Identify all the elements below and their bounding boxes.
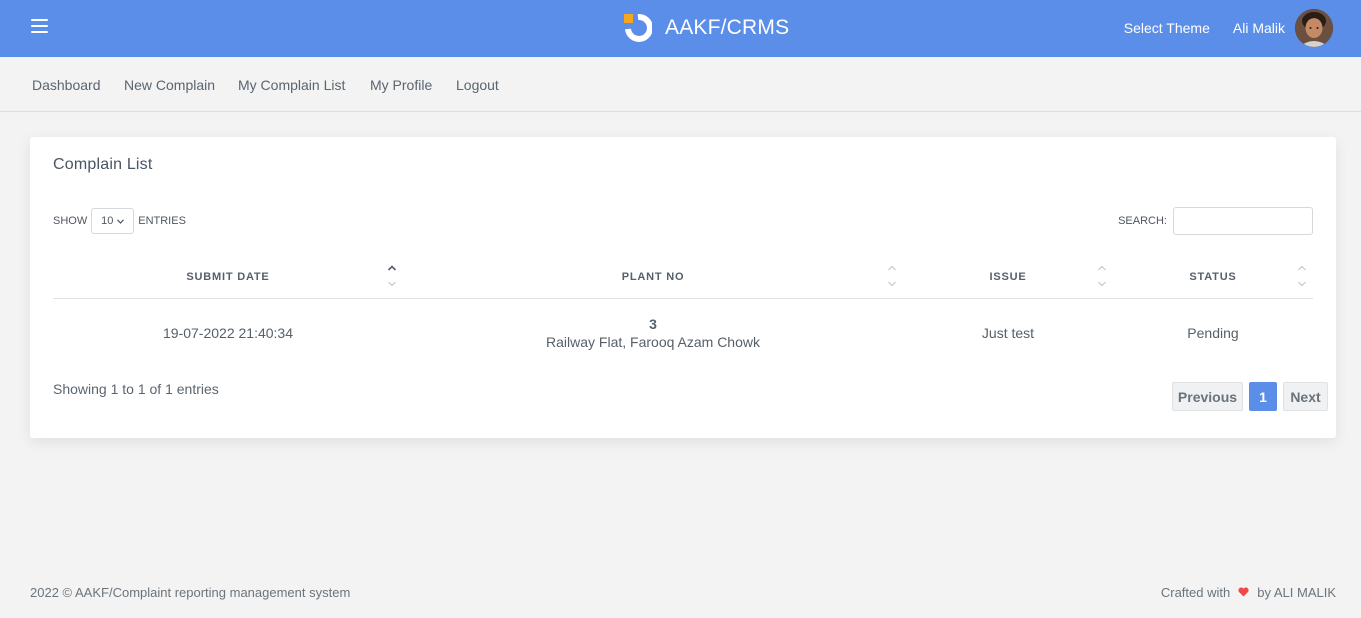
next-page-button[interactable]: Next bbox=[1283, 382, 1328, 411]
column-header-label: PLANT NO bbox=[621, 271, 685, 283]
cell-status: Pending bbox=[1113, 300, 1313, 366]
entries-select-value: 10 bbox=[101, 215, 114, 227]
footer-copyright: 2022 © AAKF/Complaint reporting manageme… bbox=[30, 585, 351, 600]
previous-page-button[interactable]: Previous bbox=[1172, 382, 1243, 411]
column-header-issue[interactable]: ISSUE bbox=[903, 256, 1113, 298]
heart-icon bbox=[1238, 585, 1249, 600]
pagination: Previous 1 Next bbox=[1172, 382, 1328, 411]
plant-address-value: Railway Flat, Farooq Azam Chowk bbox=[546, 334, 760, 350]
column-header-label: ISSUE bbox=[989, 271, 1027, 283]
sort-icon[interactable] bbox=[887, 264, 897, 288]
complain-list-card: Complain List SHOW 10 ENTRIES SEARCH: SU… bbox=[30, 137, 1336, 438]
column-header-label: STATUS bbox=[1189, 271, 1237, 283]
cell-issue: Just test bbox=[903, 300, 1113, 366]
nav-new-complain[interactable]: New Complain bbox=[124, 77, 215, 93]
issue-value: Just test bbox=[981, 325, 1035, 341]
avatar-image bbox=[1295, 9, 1333, 47]
nav-my-profile[interactable]: My Profile bbox=[370, 77, 432, 93]
search-label: SEARCH: bbox=[1118, 215, 1167, 227]
nav-logout[interactable]: Logout bbox=[456, 77, 499, 93]
app-title: AAKF/CRMS bbox=[665, 16, 790, 39]
crafted-with-label: Crafted with bbox=[1160, 585, 1231, 600]
entries-select[interactable]: 10 bbox=[91, 208, 135, 234]
sort-icon[interactable] bbox=[1297, 264, 1307, 288]
select-theme-link[interactable]: Select Theme bbox=[1124, 20, 1210, 36]
column-header-plant-no[interactable]: PLANT NO bbox=[403, 256, 903, 298]
chevron-down-icon bbox=[117, 217, 125, 226]
table-row[interactable]: 19-07-2022 21:40:34 3 Railway Flat, Faro… bbox=[53, 300, 1313, 366]
brand-logo-icon bbox=[624, 13, 652, 42]
nav-dashboard[interactable]: Dashboard bbox=[32, 77, 101, 93]
column-header-submit-date[interactable]: SUBMIT DATE bbox=[53, 256, 403, 298]
top-header: AAKF/CRMS Select Theme Ali Malik bbox=[0, 0, 1361, 57]
main-nav: Dashboard New Complain My Complain List … bbox=[0, 57, 1361, 112]
submit-date-value: 19-07-2022 21:40:34 bbox=[163, 325, 293, 341]
plant-no-value: 3 bbox=[649, 316, 657, 332]
sort-asc-icon[interactable] bbox=[387, 264, 397, 288]
column-header-label: SUBMIT DATE bbox=[186, 271, 270, 283]
cell-submit-date: 19-07-2022 21:40:34 bbox=[53, 300, 403, 366]
crafted-by-label: by ALI MALIK bbox=[1257, 585, 1336, 600]
menu-toggle-icon[interactable] bbox=[31, 19, 48, 33]
show-label: SHOW bbox=[53, 215, 88, 227]
user-name[interactable]: Ali Malik bbox=[1233, 20, 1285, 36]
avatar[interactable] bbox=[1295, 9, 1333, 47]
brand[interactable]: AAKF/CRMS bbox=[624, 13, 789, 43]
table-header: SUBMIT DATE PLANT NO ISSUE STATUS bbox=[53, 256, 1313, 299]
page-1-button[interactable]: 1 bbox=[1249, 382, 1277, 411]
cell-plant-no: 3 Railway Flat, Farooq Azam Chowk bbox=[403, 300, 903, 366]
footer-credits: Crafted with by ALI MALIK bbox=[1161, 585, 1336, 600]
table-info: Showing 1 to 1 of 1 entries bbox=[53, 381, 219, 397]
nav-my-complain-list[interactable]: My Complain List bbox=[238, 77, 345, 93]
entries-label: ENTRIES bbox=[138, 215, 186, 227]
table-search: SEARCH: bbox=[1118, 207, 1313, 235]
column-header-status[interactable]: STATUS bbox=[1113, 256, 1313, 298]
sort-icon[interactable] bbox=[1097, 264, 1107, 288]
entries-length-control: SHOW 10 ENTRIES bbox=[53, 208, 186, 234]
status-value: Pending bbox=[1187, 325, 1239, 341]
card-title: Complain List bbox=[53, 156, 153, 173]
search-input[interactable] bbox=[1173, 207, 1313, 235]
